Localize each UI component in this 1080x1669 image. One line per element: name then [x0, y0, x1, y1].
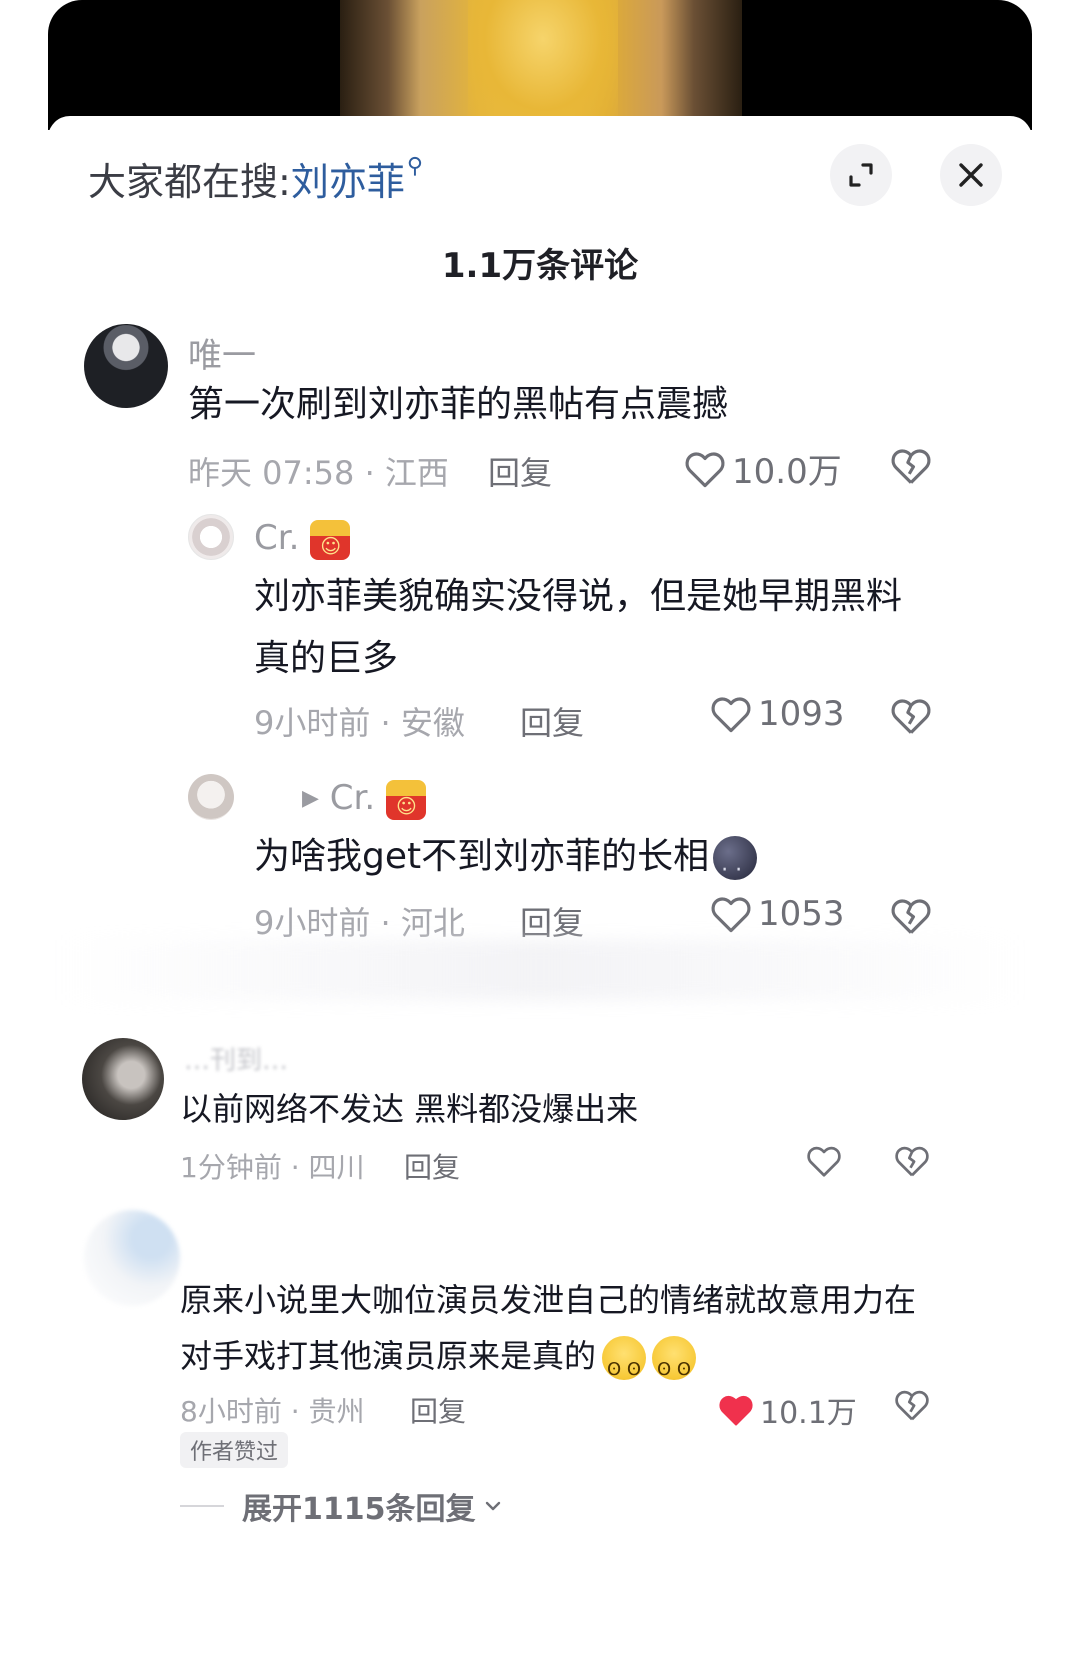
- expand-button[interactable]: [830, 144, 892, 206]
- dislike-button[interactable]: [890, 446, 932, 490]
- expand-replies-label: 展开1115条回复: [242, 1492, 476, 1527]
- comment-text: 为啥我get不到刘亦菲的长相: [254, 826, 934, 902]
- comment-username[interactable]: …刊到…: [184, 1040, 288, 1077]
- reply-button[interactable]: 回复: [410, 1390, 466, 1430]
- broken-heart-icon: [891, 699, 931, 734]
- comment-text: 刘亦菲美貌确实没得说，但是她早期黑料真的巨多: [254, 576, 903, 679]
- fries-emoji: [310, 519, 351, 560]
- search-icon: ⚲: [406, 153, 423, 179]
- avatar[interactable]: [188, 774, 234, 820]
- reply-button[interactable]: 回复: [404, 1146, 460, 1186]
- video-figure-image: [340, 0, 742, 130]
- broken-heart-icon: [891, 449, 931, 484]
- broken-heart-icon: [895, 1146, 929, 1177]
- dislike-button[interactable]: [890, 896, 932, 940]
- reply-button[interactable]: 回复: [488, 448, 552, 494]
- comment-text-content: 为啥我get不到刘亦菲的长相: [254, 836, 710, 877]
- close-icon: [959, 163, 983, 187]
- comment-text-content: 原来小说里大咖位演员发泄自己的情绪就故意用力在对手戏打其他演员原来是真的: [180, 1281, 917, 1375]
- comment-meta: 8小时前 · 贵州: [180, 1395, 365, 1428]
- like-count: 10.0万: [732, 452, 842, 492]
- avatar[interactable]: [84, 324, 168, 408]
- like-button[interactable]: 10.1万: [718, 1388, 857, 1432]
- broken-heart-icon: [891, 899, 931, 934]
- chevron-down-icon: [485, 1501, 500, 1511]
- pleading-emoji: [602, 1336, 647, 1398]
- fries-emoji: [385, 779, 426, 820]
- avatar[interactable]: [82, 1038, 164, 1120]
- comment-text: 原来小说里大咖位演员发泄自己的情绪就故意用力在对手戏打其他演员原来是真的: [180, 1272, 940, 1398]
- username-text: Cr.: [254, 518, 300, 558]
- comment-username[interactable]: 唯一: [188, 328, 256, 377]
- search-prefix: 大家都在搜:: [88, 159, 291, 204]
- dislike-button[interactable]: [894, 1388, 930, 1426]
- close-button[interactable]: [940, 144, 1002, 206]
- heart-icon: [711, 697, 751, 733]
- like-count: 10.1万: [760, 1396, 857, 1431]
- heart-icon: [719, 1395, 753, 1426]
- like-button[interactable]: 1093: [710, 694, 845, 734]
- dislike-button[interactable]: [894, 1144, 930, 1182]
- video-preview[interactable]: [48, 0, 1032, 130]
- comments-count-title: 1.1万条评论: [441, 246, 639, 286]
- broken-heart-icon: [895, 1390, 929, 1421]
- play-triangle-icon: ▶: [302, 786, 319, 811]
- like-count: 1053: [758, 894, 845, 934]
- expand-icon: [849, 163, 873, 187]
- screenshot-seam: [60, 940, 1020, 1000]
- like-button[interactable]: [806, 1144, 848, 1178]
- dislike-button[interactable]: [890, 696, 932, 740]
- search-keyword-link[interactable]: 刘亦菲: [291, 151, 405, 206]
- comment-text: 以前网络不发达 黑料都没爆出来: [180, 1090, 639, 1128]
- moon-emoji: [713, 836, 758, 902]
- heart-icon: [711, 897, 751, 933]
- reply-button[interactable]: 回复: [520, 698, 584, 744]
- heart-icon: [807, 1146, 841, 1177]
- expand-divider: [180, 1505, 224, 1507]
- avatar[interactable]: [188, 514, 234, 560]
- reply-to-username: Cr.: [329, 778, 376, 818]
- comment-username[interactable]: Cr.: [254, 518, 351, 560]
- author-liked-badge: 作者赞过: [180, 1432, 288, 1468]
- comment-meta: 1分钟前 · 四川: [180, 1151, 365, 1184]
- comment-meta: 昨天 07:58 · 江西: [188, 454, 449, 492]
- like-button[interactable]: 1053: [710, 894, 845, 934]
- reply-to-label[interactable]: ▶ Cr.: [302, 778, 426, 820]
- comment-meta: 9小时前 · 安徽: [254, 704, 465, 742]
- pleading-emoji: [652, 1336, 697, 1398]
- reply-button[interactable]: 回复: [520, 898, 584, 944]
- expand-replies-button[interactable]: 展开1115条回复: [180, 1484, 504, 1528]
- search-suggestion[interactable]: 大家都在搜: 刘亦菲 ⚲: [88, 150, 423, 206]
- avatar[interactable]: [84, 1210, 180, 1306]
- comment-meta: 9小时前 · 河北: [254, 904, 465, 942]
- heart-icon: [685, 451, 725, 487]
- like-count: 1093: [758, 694, 845, 734]
- comment-text: 第一次刷到刘亦菲的黑帖有点震撼: [188, 384, 729, 425]
- like-button[interactable]: 10.0万: [684, 444, 842, 493]
